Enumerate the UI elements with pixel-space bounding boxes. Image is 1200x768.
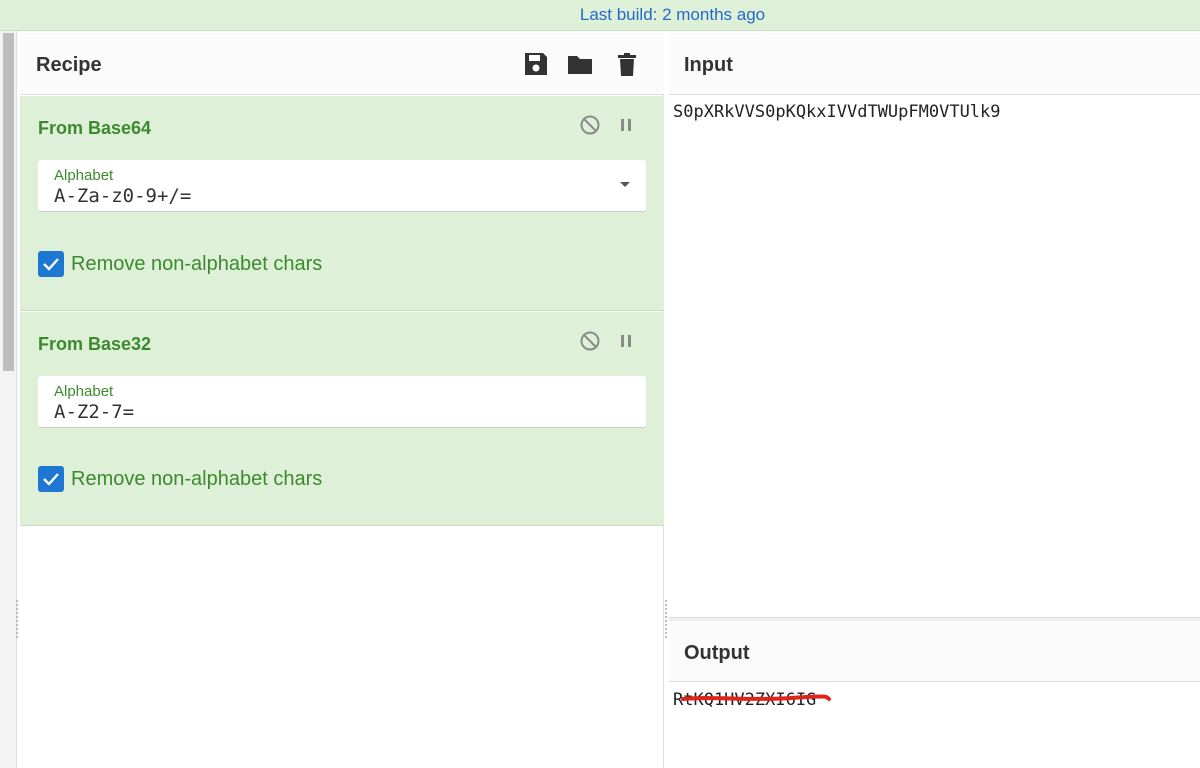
recipe-title: Recipe bbox=[36, 54, 102, 76]
operation-from-base32: From Base32 Alphabet A-Z2-7= Remove non-… bbox=[20, 312, 664, 526]
alphabet-label: Alphabet bbox=[54, 167, 114, 184]
scrollbar-thumb[interactable] bbox=[3, 33, 14, 371]
alphabet-select[interactable]: Alphabet A-Za-z0-9+/= bbox=[38, 160, 646, 212]
folder-icon[interactable] bbox=[566, 50, 594, 78]
disable-icon[interactable] bbox=[579, 330, 601, 352]
alphabet-input[interactable]: Alphabet A-Z2-7= bbox=[38, 376, 646, 428]
recipe-panel: Recipe From Base64 Alphabet A-Za-z0-9+/=… bbox=[20, 33, 664, 768]
checkbox-label: Remove non-alphabet chars bbox=[71, 253, 323, 275]
checkbox-label: Remove non-alphabet chars bbox=[71, 468, 323, 490]
chevron-down-icon[interactable] bbox=[620, 182, 630, 187]
input-header: Input bbox=[669, 33, 1200, 95]
trash-icon[interactable] bbox=[614, 50, 642, 78]
output-panel: Output RtKQ1HV2ZXI6IG bbox=[669, 621, 1200, 768]
alphabet-value: A-Z2-7= bbox=[54, 401, 135, 423]
build-banner: Last build: 2 months ago bbox=[0, 0, 1200, 31]
pause-icon[interactable] bbox=[615, 330, 637, 352]
redaction-mark bbox=[681, 694, 831, 701]
check-icon bbox=[43, 473, 59, 486]
save-icon[interactable] bbox=[522, 50, 550, 78]
resize-grip[interactable] bbox=[665, 600, 667, 638]
input-title: Input bbox=[684, 54, 733, 76]
last-build-link[interactable]: Last build: 2 months ago bbox=[580, 0, 765, 30]
operation-from-base64: From Base64 Alphabet A-Za-z0-9+/= Remove… bbox=[20, 96, 664, 311]
alphabet-value: A-Za-z0-9+/= bbox=[54, 185, 192, 207]
alphabet-label: Alphabet bbox=[54, 383, 114, 400]
pause-icon[interactable] bbox=[615, 114, 637, 136]
check-icon bbox=[43, 258, 59, 271]
input-textarea[interactable]: S0pXRkVVS0pKQkxIVVdTWUpFM0VTUlk9 bbox=[673, 102, 1001, 122]
disable-icon[interactable] bbox=[579, 114, 601, 136]
checkbox[interactable] bbox=[38, 251, 64, 277]
left-scrollbar[interactable] bbox=[0, 31, 17, 768]
resize-grip[interactable] bbox=[16, 600, 18, 638]
output-header: Output bbox=[669, 621, 1200, 682]
checkbox[interactable] bbox=[38, 466, 64, 492]
output-title: Output bbox=[684, 642, 750, 664]
operation-title: From Base32 bbox=[38, 334, 152, 354]
operation-title: From Base64 bbox=[38, 118, 152, 138]
input-panel: Input S0pXRkVVS0pKQkxIVVdTWUpFM0VTUlk9 bbox=[669, 33, 1200, 617]
recipe-header: Recipe bbox=[20, 33, 664, 95]
